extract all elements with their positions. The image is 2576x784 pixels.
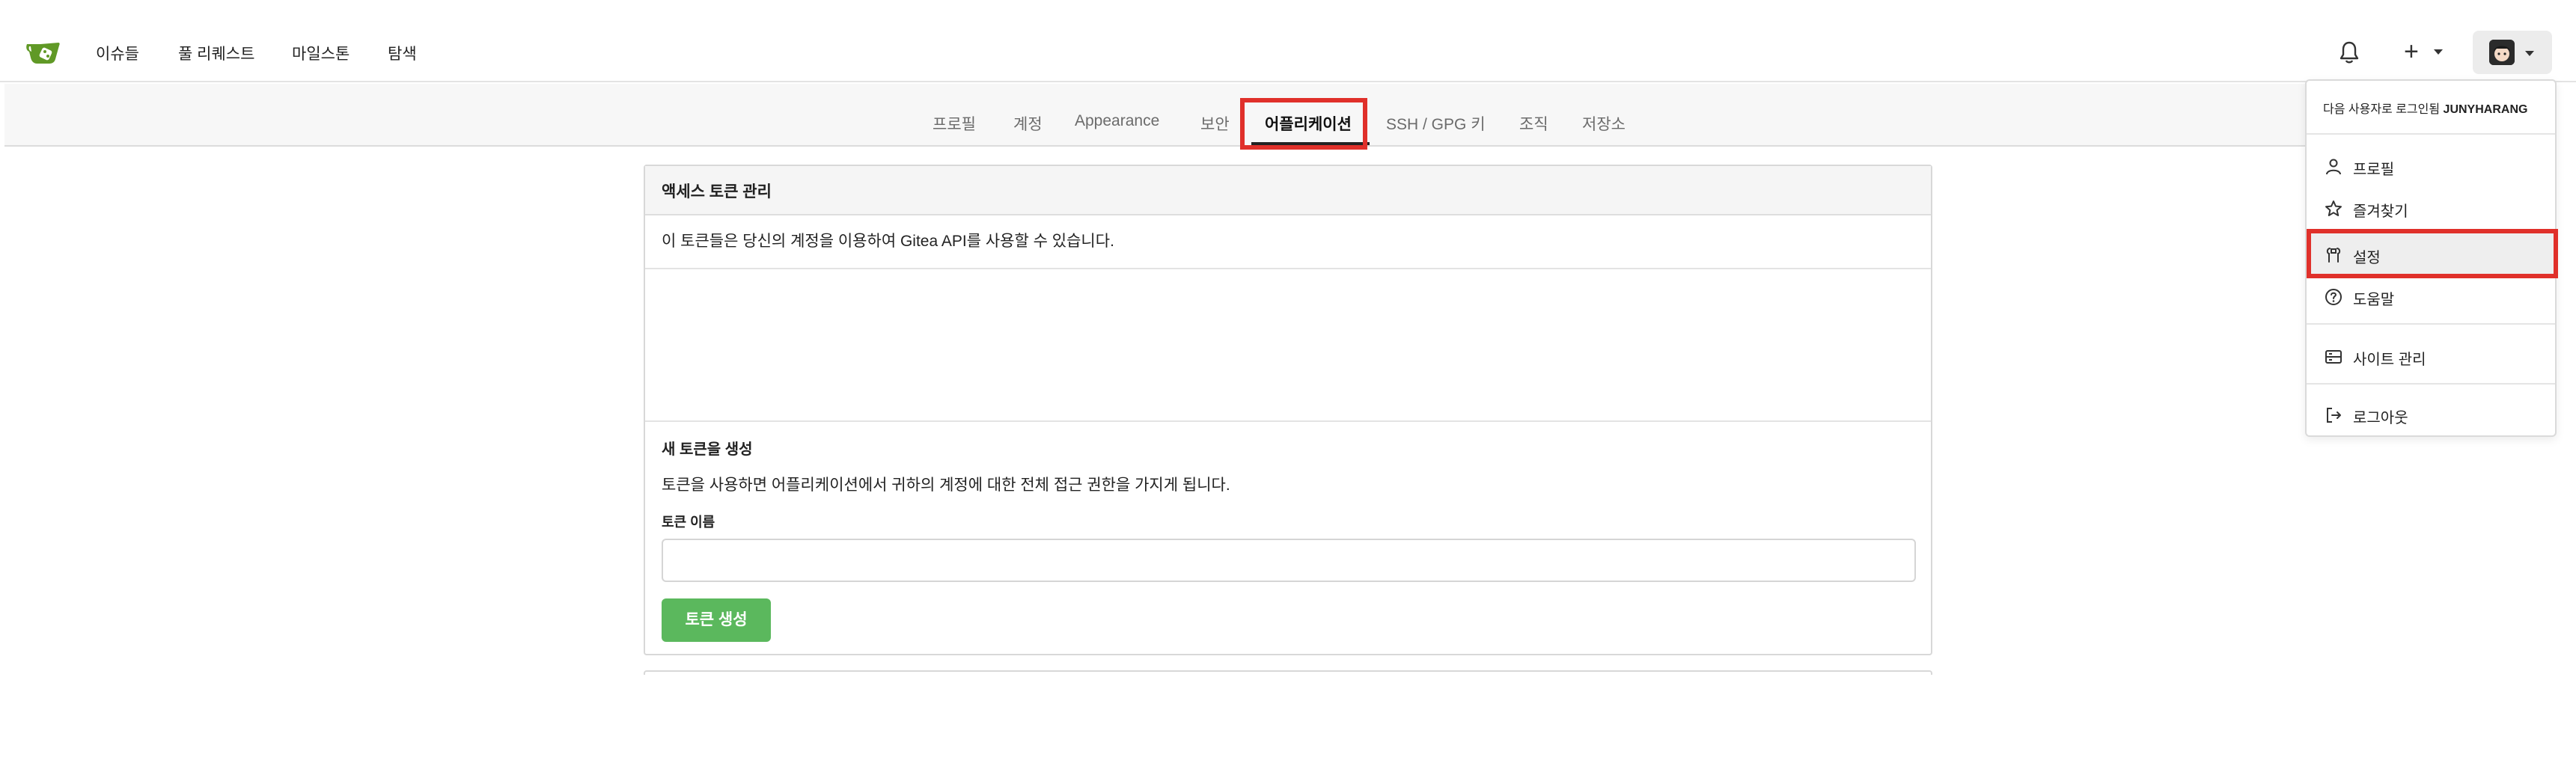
card-title: 액세스 토큰 관리 bbox=[662, 183, 772, 200]
question-icon bbox=[2325, 289, 2342, 305]
highlight-box-settings bbox=[2307, 229, 2558, 278]
token-name-label: 토큰 이름 bbox=[662, 515, 715, 530]
menu-item-label: 도움말 bbox=[2353, 292, 2395, 308]
menu-item-label: 프로필 bbox=[2353, 162, 2395, 178]
signed-in-prefix: 다음 사용자로 로그인됨 bbox=[2323, 103, 2441, 116]
menu-item-label: 로그아웃 bbox=[2353, 410, 2408, 426]
nav-pull-requests[interactable]: 풀 리퀘스트 bbox=[178, 42, 254, 64]
user-menu-button[interactable] bbox=[2473, 31, 2552, 74]
menu-item-sign-out[interactable]: 로그아웃 bbox=[2307, 393, 2555, 435]
server-icon bbox=[2325, 350, 2342, 364]
menu-item-profile[interactable]: 프로필 bbox=[2307, 145, 2555, 187]
signed-in-as: 다음 사용자로 로그인됨 JUNYHARANG bbox=[2323, 99, 2527, 117]
divider bbox=[645, 420, 1931, 422]
nav-milestones[interactable]: 마일스톤 bbox=[292, 42, 350, 64]
tab-ssh-gpg-keys[interactable]: SSH / GPG 키 bbox=[1386, 112, 1486, 135]
person-icon bbox=[2326, 159, 2341, 175]
gitea-logo-icon[interactable] bbox=[25, 40, 61, 65]
menu-item-site-admin[interactable]: 사이트 관리 bbox=[2307, 335, 2555, 377]
next-card-edge bbox=[644, 670, 1932, 675]
tab-profile[interactable]: 프로필 bbox=[933, 112, 976, 135]
tab-organizations[interactable]: 조직 bbox=[1519, 112, 1548, 135]
chevron-down-icon bbox=[2525, 51, 2534, 56]
menu-item-starred[interactable]: 즐겨찾기 bbox=[2307, 187, 2555, 229]
divider bbox=[2307, 133, 2555, 135]
avatar bbox=[2489, 40, 2515, 65]
generate-token-button[interactable]: 토큰 생성 bbox=[662, 598, 771, 642]
menu-item-help[interactable]: 도움말 bbox=[2307, 275, 2555, 317]
highlight-box-tab bbox=[1240, 98, 1367, 150]
top-navbar: 이슈들 풀 리퀘스트 마일스톤 탐색 + bbox=[0, 0, 2576, 82]
username: JUNYHARANG bbox=[2443, 103, 2528, 116]
menu-item-label: 사이트 관리 bbox=[2353, 352, 2426, 368]
tab-repositories[interactable]: 저장소 bbox=[1582, 112, 1626, 135]
divider bbox=[2307, 383, 2555, 385]
token-name-input[interactable] bbox=[662, 539, 1916, 582]
bell-icon[interactable] bbox=[2338, 40, 2360, 64]
tab-appearance[interactable]: Appearance bbox=[1075, 112, 1159, 130]
settings-tabs: 프로필 계정 Appearance 보안 어플리케이션 SSH / GPG 키 … bbox=[4, 84, 2310, 147]
tab-account[interactable]: 계정 bbox=[1013, 112, 1043, 135]
nav-issues[interactable]: 이슈들 bbox=[96, 42, 139, 64]
new-token-title: 새 토큰을 생성 bbox=[662, 441, 753, 458]
nav-explore[interactable]: 탐색 bbox=[388, 42, 417, 64]
star-icon bbox=[2325, 200, 2342, 216]
card-header: 액세스 토큰 관리 bbox=[645, 166, 1931, 215]
create-new-icon[interactable]: + bbox=[2404, 37, 2419, 67]
access-tokens-card: 액세스 토큰 관리 이 토큰들은 당신의 계정을 이용하여 Gitea API를… bbox=[644, 165, 1932, 655]
divider bbox=[2307, 323, 2555, 325]
tokens-description: 이 토큰들은 당신의 계정을 이용하여 Gitea API를 사용할 수 있습니… bbox=[662, 233, 1114, 250]
sign-out-icon bbox=[2327, 408, 2341, 423]
tab-security[interactable]: 보안 bbox=[1200, 112, 1230, 135]
chevron-down-icon[interactable] bbox=[2434, 49, 2443, 55]
divider bbox=[645, 268, 1931, 269]
menu-item-label: 즐겨찾기 bbox=[2353, 203, 2408, 220]
new-token-description: 토큰을 사용하면 어플리케이션에서 귀하의 계정에 대한 전체 접근 권한을 가… bbox=[662, 477, 1230, 494]
